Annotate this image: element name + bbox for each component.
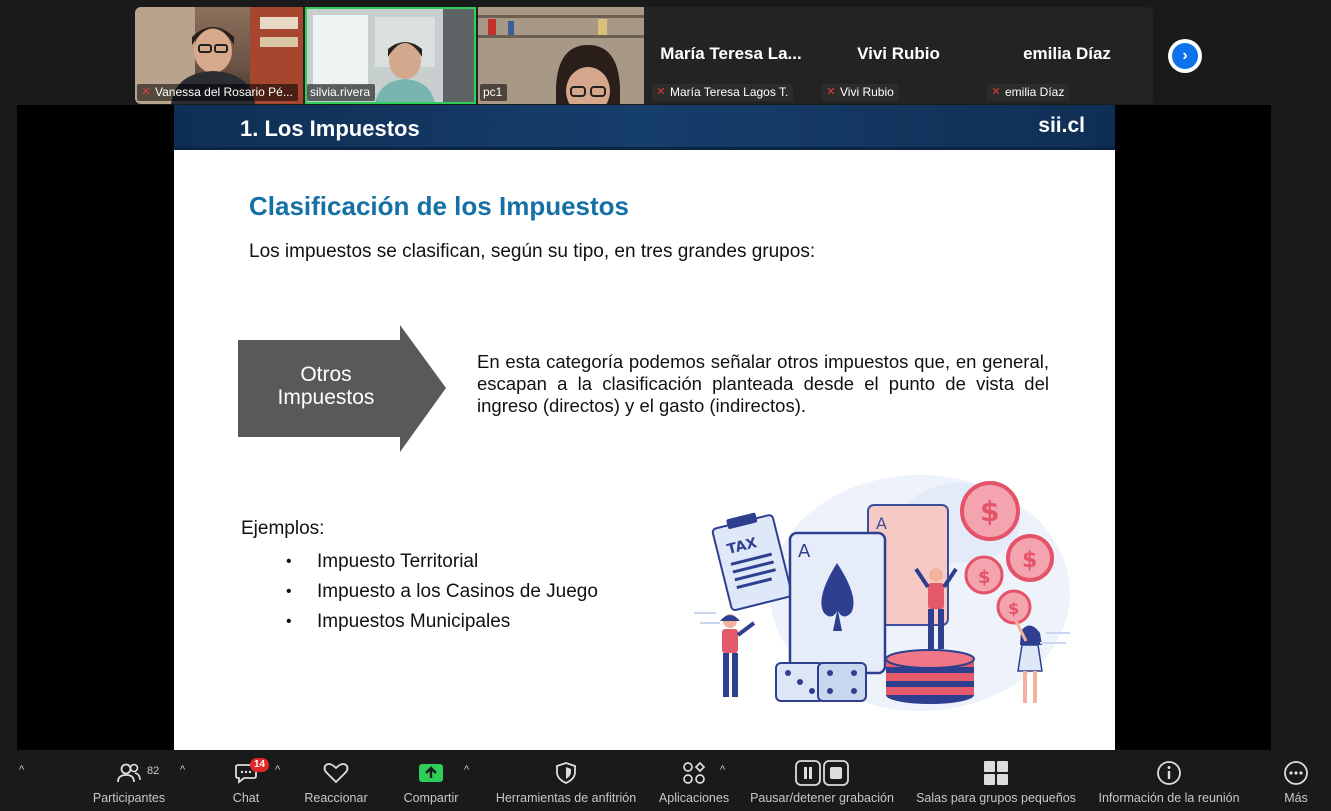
mic-muted-icon: ✕ <box>656 86 666 98</box>
participants-button[interactable]: 82 Participantes <box>88 750 170 811</box>
info-icon <box>1157 761 1181 785</box>
participant-name: Vivi Rubio <box>840 85 894 99</box>
svg-text:$: $ <box>1022 548 1037 573</box>
chevron-up-icon[interactable]: ^ <box>720 764 725 776</box>
category-description: En esta categoría podemos señalar otros … <box>477 351 1049 416</box>
participant-display-name: emilia Díaz <box>1023 44 1111 63</box>
chat-button[interactable]: 14 Chat <box>222 750 270 811</box>
mic-muted-icon: ✕ <box>141 86 151 98</box>
breakout-rooms-button[interactable]: Salas para grupos pequeños <box>912 750 1080 811</box>
slide-header: 1. Los Impuestos sii.cl <box>174 105 1115 150</box>
participant-name: emilia Díaz <box>1005 85 1065 99</box>
sii-logo: sii.cl <box>1038 114 1085 137</box>
participant-tile-emilia[interactable]: emilia Díaz ✕ emilia Díaz <box>981 7 1153 104</box>
participant-tile-maria[interactable]: María Teresa La... ✕ María Teresa Lagos T… <box>646 7 816 104</box>
chevron-up-icon[interactable]: ^ <box>180 764 185 776</box>
next-participants-button[interactable]: › <box>1168 39 1202 73</box>
chevron-right-icon: › <box>1172 43 1198 69</box>
more-button[interactable]: Más <box>1274 750 1318 811</box>
chevron-up-icon[interactable]: ^ <box>464 764 469 776</box>
participant-tile-vivi[interactable]: Vivi Rubio ✕ Vivi Rubio <box>816 7 981 104</box>
heart-icon <box>323 763 349 784</box>
list-item: Impuestos Municipales <box>286 607 598 637</box>
casino-tax-illustration: A TAX A $ $ $ $ <box>694 475 1070 711</box>
participants-icon <box>117 763 141 783</box>
share-screen-button[interactable]: Compartir <box>396 750 466 811</box>
svg-text:A: A <box>798 541 811 562</box>
chevron-up-icon[interactable]: ^ <box>275 764 280 776</box>
breakout-rooms-icon <box>984 761 1008 785</box>
shield-icon <box>556 762 576 784</box>
svg-text:$: $ <box>978 567 991 588</box>
slide-title: Clasificación de los Impuestos <box>249 191 629 221</box>
category-label: Otros Impuestos <box>277 363 375 409</box>
pause-stop-icon <box>795 760 849 786</box>
meeting-info-button[interactable]: Información de la reunión <box>1090 750 1248 811</box>
host-tools-button[interactable]: Herramientas de anfitrión <box>488 750 644 811</box>
chevron-up-icon[interactable]: ^ <box>19 764 24 776</box>
examples-list: Impuesto Territorial Impuesto a los Casi… <box>286 547 598 637</box>
meeting-toolbar: ^ 82 Participantes ^ 14 Chat ^ Reacciona… <box>0 750 1331 811</box>
video-tile-2[interactable]: silvia.rivera <box>305 7 476 104</box>
participant-name: María Teresa Lagos T. <box>670 85 789 99</box>
more-icon <box>1284 761 1308 785</box>
react-button[interactable]: Reaccionar <box>298 750 374 811</box>
apps-button[interactable]: Aplicaciones <box>654 750 734 811</box>
slide-subtitle: Los impuestos se clasifican, según su ti… <box>249 241 816 262</box>
examples-label: Ejemplos: <box>241 518 325 539</box>
svg-text:$: $ <box>1008 599 1019 618</box>
participant-name: silvia.rivera <box>310 85 371 99</box>
participant-strip: ✕ Vanessa del Rosario Pé... silvia.rivera <box>135 7 1153 104</box>
presentation-slide: 1. Los Impuestos sii.cl Clasificación de… <box>174 105 1115 750</box>
list-item: Impuesto a los Casinos de Juego <box>286 577 598 607</box>
participant-display-name: María Teresa La... <box>660 44 802 63</box>
mic-muted-icon: ✕ <box>826 86 836 98</box>
pause-stop-recording-button[interactable]: Pausar/detener grabación <box>743 750 901 811</box>
mic-muted-icon: ✕ <box>991 86 1001 98</box>
participant-display-name: Vivi Rubio <box>857 44 940 63</box>
list-item: Impuesto Territorial <box>286 547 598 577</box>
video-tile-3[interactable]: pc1 <box>478 7 644 104</box>
svg-text:$: $ <box>980 495 999 528</box>
chat-unread-badge: 14 <box>250 758 270 772</box>
participants-count: 82 <box>147 765 160 777</box>
slide-section-title: 1. Los Impuestos <box>240 116 420 141</box>
svg-text:A: A <box>876 514 887 533</box>
participant-name: Vanessa del Rosario Pé... <box>155 85 293 99</box>
apps-icon <box>683 761 706 784</box>
participant-name: pc1 <box>483 85 503 99</box>
video-tile-1[interactable]: ✕ Vanessa del Rosario Pé... <box>135 7 303 104</box>
share-screen-icon <box>419 764 443 782</box>
